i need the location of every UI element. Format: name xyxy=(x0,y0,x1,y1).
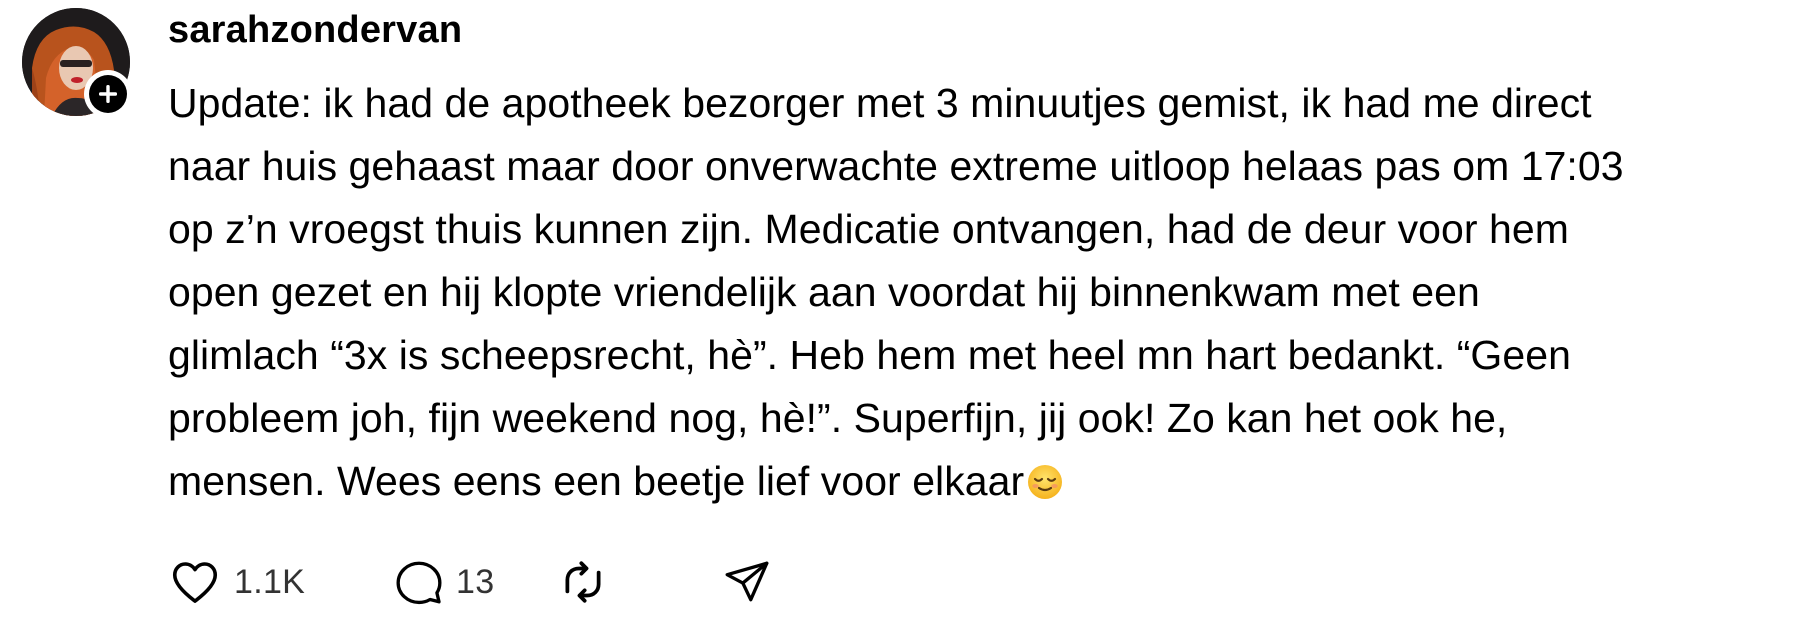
plus-icon xyxy=(89,75,127,113)
repost-icon xyxy=(565,561,601,603)
reply-count: 13 xyxy=(456,562,495,601)
post-text-line: op z’n vroegst thuis kunnen zijn. Medica… xyxy=(168,206,1569,252)
post-text-line: open gezet en hij klopte vriendelijk aan… xyxy=(168,269,1480,315)
post-text-line: glimlach “3x is scheepsrecht, hè”. Heb h… xyxy=(168,332,1571,378)
post-text-line: probleem joh, fijn weekend nog, hè!”. Su… xyxy=(168,395,1508,441)
reply-button[interactable]: 13 xyxy=(394,552,494,612)
post-body: Update: ik had de apotheek bezorger met … xyxy=(168,72,1808,519)
share-button[interactable] xyxy=(722,552,772,612)
post-text-line: naar huis gehaast maar door onverwachte … xyxy=(168,143,1624,189)
like-button[interactable]: 1.1K xyxy=(168,552,305,612)
post-text-last-line: mensen. Wees eens een beetje lief voor e… xyxy=(168,450,1808,519)
follow-button[interactable] xyxy=(84,70,132,118)
paper-plane-icon xyxy=(725,561,769,602)
thread-post: sarahzondervan Update: ik had de apothee… xyxy=(0,0,1814,622)
avatar-container xyxy=(22,8,138,124)
repost-button[interactable] xyxy=(558,552,608,612)
post-text-line: mensen. Wees eens een beetje lief voor e… xyxy=(168,458,1025,504)
like-count: 1.1K xyxy=(234,562,306,601)
smiling-face-emoji-icon xyxy=(1026,456,1064,519)
heart-icon xyxy=(172,562,218,603)
comment-bubble-icon xyxy=(396,561,442,605)
post-text-line: Update: ik had de apotheek bezorger met … xyxy=(168,80,1592,126)
username[interactable]: sarahzondervan xyxy=(168,6,462,54)
